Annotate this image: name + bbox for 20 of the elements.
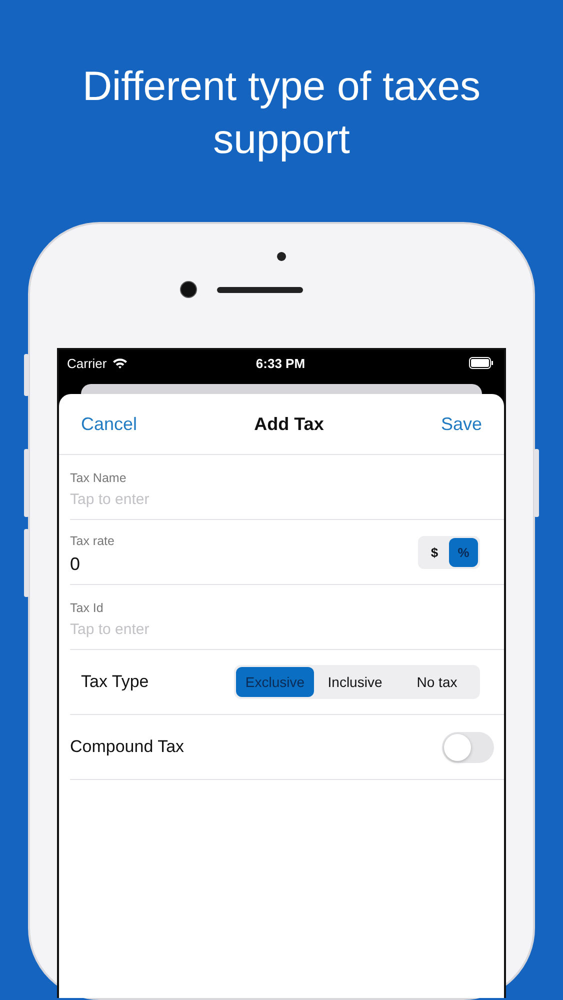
segment-button[interactable]: Inclusive <box>314 667 396 697</box>
save-button[interactable]: Save <box>440 414 482 434</box>
toggle-switch[interactable] <box>442 732 494 762</box>
battery-icon <box>468 357 494 369</box>
status-time: 6:33 PM <box>256 356 306 370</box>
speaker-icon <box>217 286 303 292</box>
unit-button[interactable]: $ <box>420 538 449 566</box>
cancel-button[interactable]: Cancel <box>81 414 138 434</box>
sensor-icon <box>277 252 286 261</box>
camera-icon <box>180 281 197 298</box>
tax-type-label: Tax Type <box>81 672 149 692</box>
carrier-label: Carrier <box>67 356 107 370</box>
field-label: Tax Name <box>70 470 128 484</box>
sheet-title: Add Tax <box>254 414 324 434</box>
wifi-icon <box>112 357 128 369</box>
field-label: Tax rate <box>70 534 116 548</box>
compound-tax-label: Compound Tax <box>70 737 184 757</box>
headline: Different type of taxes support <box>81 62 482 164</box>
field-label: Tax Id <box>70 600 104 614</box>
segment-button[interactable]: No tax <box>396 667 478 697</box>
